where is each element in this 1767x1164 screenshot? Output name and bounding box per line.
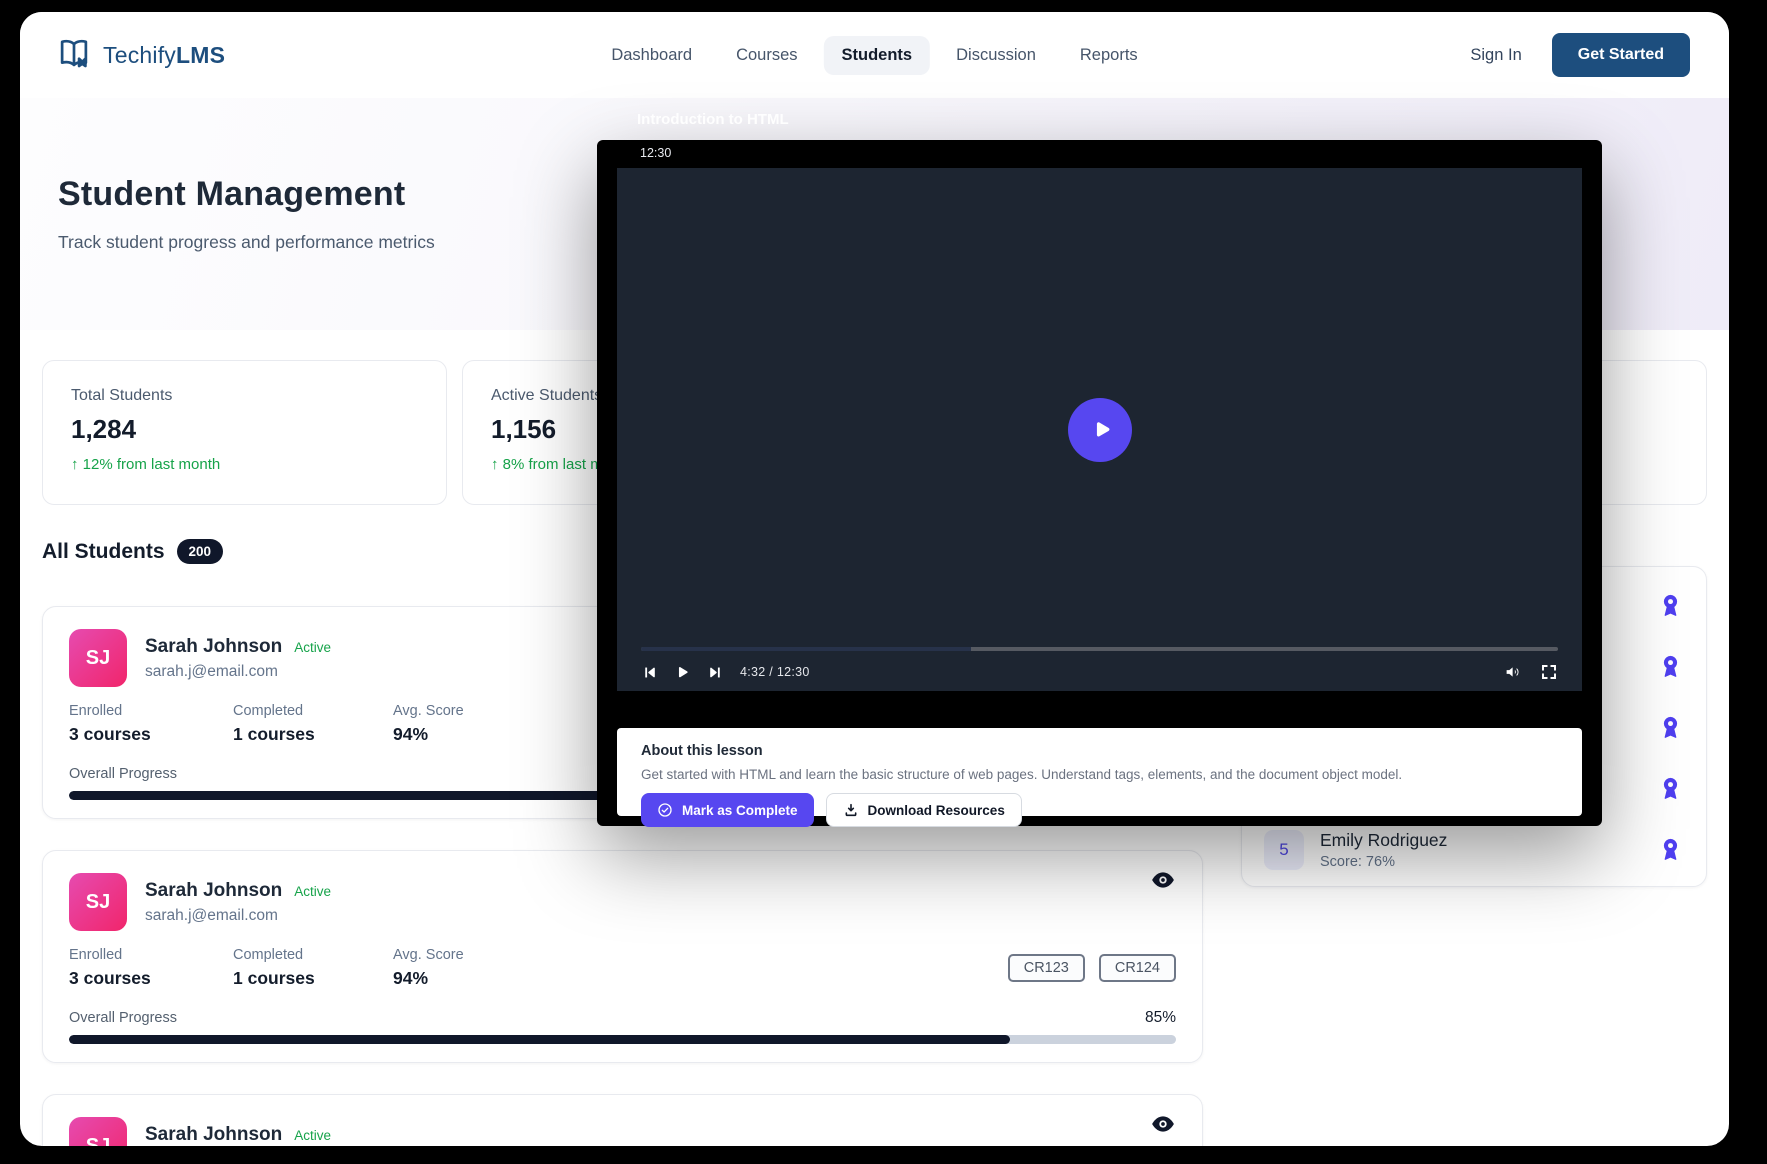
brand-name: TechifyLMS (103, 42, 225, 69)
progress-percent: 85% (1145, 1009, 1176, 1027)
student-email: sarah.j@email.com (145, 663, 331, 681)
student-name: Sarah Johnson (145, 1124, 282, 1146)
mark-complete-button[interactable]: Mark as Complete (641, 793, 814, 827)
app-window: TechifyLMS Dashboard Courses Students Di… (20, 12, 1729, 1146)
progress-label: Overall Progress (69, 1010, 177, 1026)
student-count-badge: 200 (177, 539, 224, 564)
video-timestamp: 4:32 / 12:30 (740, 665, 810, 679)
sign-in-link[interactable]: Sign In (1470, 46, 1521, 65)
skip-forward-button[interactable] (707, 664, 724, 681)
stat-delta: ↑ 12% from last month (71, 456, 418, 473)
stat-label: Total Students (71, 387, 418, 405)
open-book-icon (55, 34, 93, 77)
lesson-title: Introduction to HTML (637, 111, 789, 128)
top-navigation-bar: TechifyLMS Dashboard Courses Students Di… (20, 12, 1729, 98)
skip-back-button[interactable] (641, 664, 658, 681)
avatar: SJ (69, 873, 127, 931)
student-card: SJ Sarah Johnson Active sarah.j@email.co… (42, 850, 1203, 1063)
award-ribbon-icon (1657, 653, 1684, 680)
volume-icon (1504, 663, 1522, 681)
nav-item-discussion[interactable]: Discussion (938, 36, 1054, 75)
lesson-duration: 12:30 (640, 146, 671, 160)
eye-icon (1150, 867, 1176, 893)
about-description: Get started with HTML and learn the basi… (641, 767, 1558, 782)
student-name: Sarah Johnson (145, 880, 282, 902)
video-progress-bar[interactable] (641, 647, 1558, 651)
student-card: SJ Sarah Johnson Active sarah.j@email.co… (42, 1094, 1203, 1146)
download-resources-button[interactable]: Download Resources (826, 793, 1022, 827)
brand-logo[interactable]: TechifyLMS (55, 34, 225, 77)
leaderboard-score: Score: 76% (1320, 854, 1447, 870)
nav-item-dashboard[interactable]: Dashboard (593, 36, 710, 75)
lesson-about-panel: About this lesson Get started with HTML … (617, 728, 1582, 816)
video-progress-fill (641, 647, 971, 651)
skip-back-icon (641, 664, 658, 681)
check-circle-icon (657, 802, 673, 818)
progress-label: Overall Progress (69, 766, 177, 782)
progress-bar (69, 1035, 1176, 1044)
award-ribbon-icon (1657, 836, 1684, 863)
status-badge: Active (294, 884, 331, 899)
view-student-button[interactable] (1150, 1111, 1176, 1137)
course-chip[interactable]: CR124 (1099, 954, 1176, 982)
enrolled-value: 3 courses (69, 724, 233, 745)
award-ribbon-icon (1657, 714, 1684, 741)
main-nav: Dashboard Courses Students Discussion Re… (593, 36, 1155, 75)
award-ribbon-icon (1657, 592, 1684, 619)
stat-value: 1,284 (71, 414, 418, 445)
avg-score-value: 94% (393, 724, 553, 745)
about-title: About this lesson (641, 743, 1558, 759)
play-icon (1087, 416, 1115, 444)
student-email: sarah.j@email.com (145, 907, 331, 925)
course-chip[interactable]: CR123 (1008, 954, 1085, 982)
fullscreen-button[interactable] (1540, 663, 1558, 681)
view-student-button[interactable] (1150, 867, 1176, 893)
get-started-button[interactable]: Get Started (1552, 33, 1690, 77)
avg-score-value: 94% (393, 968, 553, 989)
play-overlay-button[interactable] (1068, 398, 1132, 462)
progress-bar-fill (69, 1035, 1010, 1044)
enrolled-value: 3 courses (69, 968, 233, 989)
play-button[interactable] (674, 664, 691, 681)
nav-item-reports[interactable]: Reports (1062, 36, 1156, 75)
status-badge: Active (294, 640, 331, 655)
leaderboard-row[interactable]: 5 Emily Rodriguez Score: 76% (1242, 819, 1706, 880)
eye-icon (1150, 1111, 1176, 1137)
completed-value: 1 courses (233, 724, 393, 745)
stat-card-total-students: Total Students 1,284 ↑ 12% from last mon… (42, 360, 447, 505)
list-title: All Students (42, 540, 165, 564)
student-name: Sarah Johnson (145, 636, 282, 658)
video-area[interactable]: 4:32 / 12:30 (617, 168, 1582, 691)
completed-value: 1 courses (233, 968, 393, 989)
nav-item-students[interactable]: Students (824, 36, 931, 75)
avatar: SJ (69, 1117, 127, 1146)
fullscreen-icon (1540, 663, 1558, 681)
download-icon (843, 802, 859, 818)
volume-button[interactable] (1504, 663, 1522, 681)
play-icon (674, 664, 691, 681)
rank-badge: 5 (1264, 830, 1304, 870)
leaderboard-name: Emily Rodriguez (1320, 830, 1447, 851)
nav-item-courses[interactable]: Courses (718, 36, 815, 75)
award-ribbon-icon (1657, 775, 1684, 802)
skip-forward-icon (707, 664, 724, 681)
video-player-modal: 12:30 4:32 / (597, 140, 1602, 826)
status-badge: Active (294, 1128, 331, 1143)
avatar: SJ (69, 629, 127, 687)
